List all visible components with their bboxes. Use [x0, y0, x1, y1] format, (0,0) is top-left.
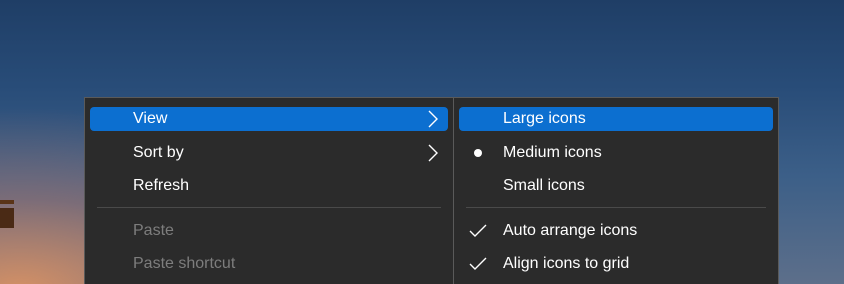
menu-separator — [97, 207, 441, 208]
submenu-item-small-icons[interactable]: Small icons — [459, 174, 773, 198]
submenu-item-label: Small icons — [503, 177, 585, 194]
chevron-right-icon — [428, 144, 438, 162]
submenu-item-label: Auto arrange icons — [503, 222, 638, 239]
checkmark-icon — [468, 223, 488, 239]
menu-item-label: Sort by — [133, 144, 184, 161]
desktop-context-menu: View Sort by Refresh Paste Paste shortcu… — [84, 97, 454, 284]
radio-dot-icon — [474, 149, 482, 157]
submenu-item-label: Medium icons — [503, 144, 602, 161]
submenu-item-label: Align icons to grid — [503, 255, 630, 272]
menu-item-label: Paste shortcut — [133, 255, 236, 272]
submenu-separator — [466, 207, 766, 208]
menu-item-refresh[interactable]: Refresh — [90, 174, 448, 198]
submenu-item-label: Large icons — [503, 110, 586, 127]
wallpaper-rooftop-silhouette — [0, 200, 14, 228]
menu-item-view[interactable]: View — [90, 107, 448, 131]
menu-item-label: View — [133, 110, 168, 127]
submenu-item-medium-icons[interactable]: Medium icons — [459, 141, 773, 165]
view-submenu: Large icons Medium icons Small icons Aut… — [453, 97, 779, 284]
submenu-item-align-icons-to-grid[interactable]: Align icons to grid — [459, 252, 773, 276]
submenu-item-auto-arrange-icons[interactable]: Auto arrange icons — [459, 219, 773, 243]
menu-item-label: Refresh — [133, 177, 190, 194]
menu-item-paste-shortcut[interactable]: Paste shortcut — [90, 252, 448, 276]
submenu-item-large-icons[interactable]: Large icons — [459, 107, 773, 131]
chevron-right-icon — [428, 110, 438, 128]
menu-item-sort-by[interactable]: Sort by — [90, 141, 448, 165]
checkmark-icon — [468, 256, 488, 272]
menu-item-paste[interactable]: Paste — [90, 219, 448, 243]
menu-item-label: Paste — [133, 222, 174, 239]
